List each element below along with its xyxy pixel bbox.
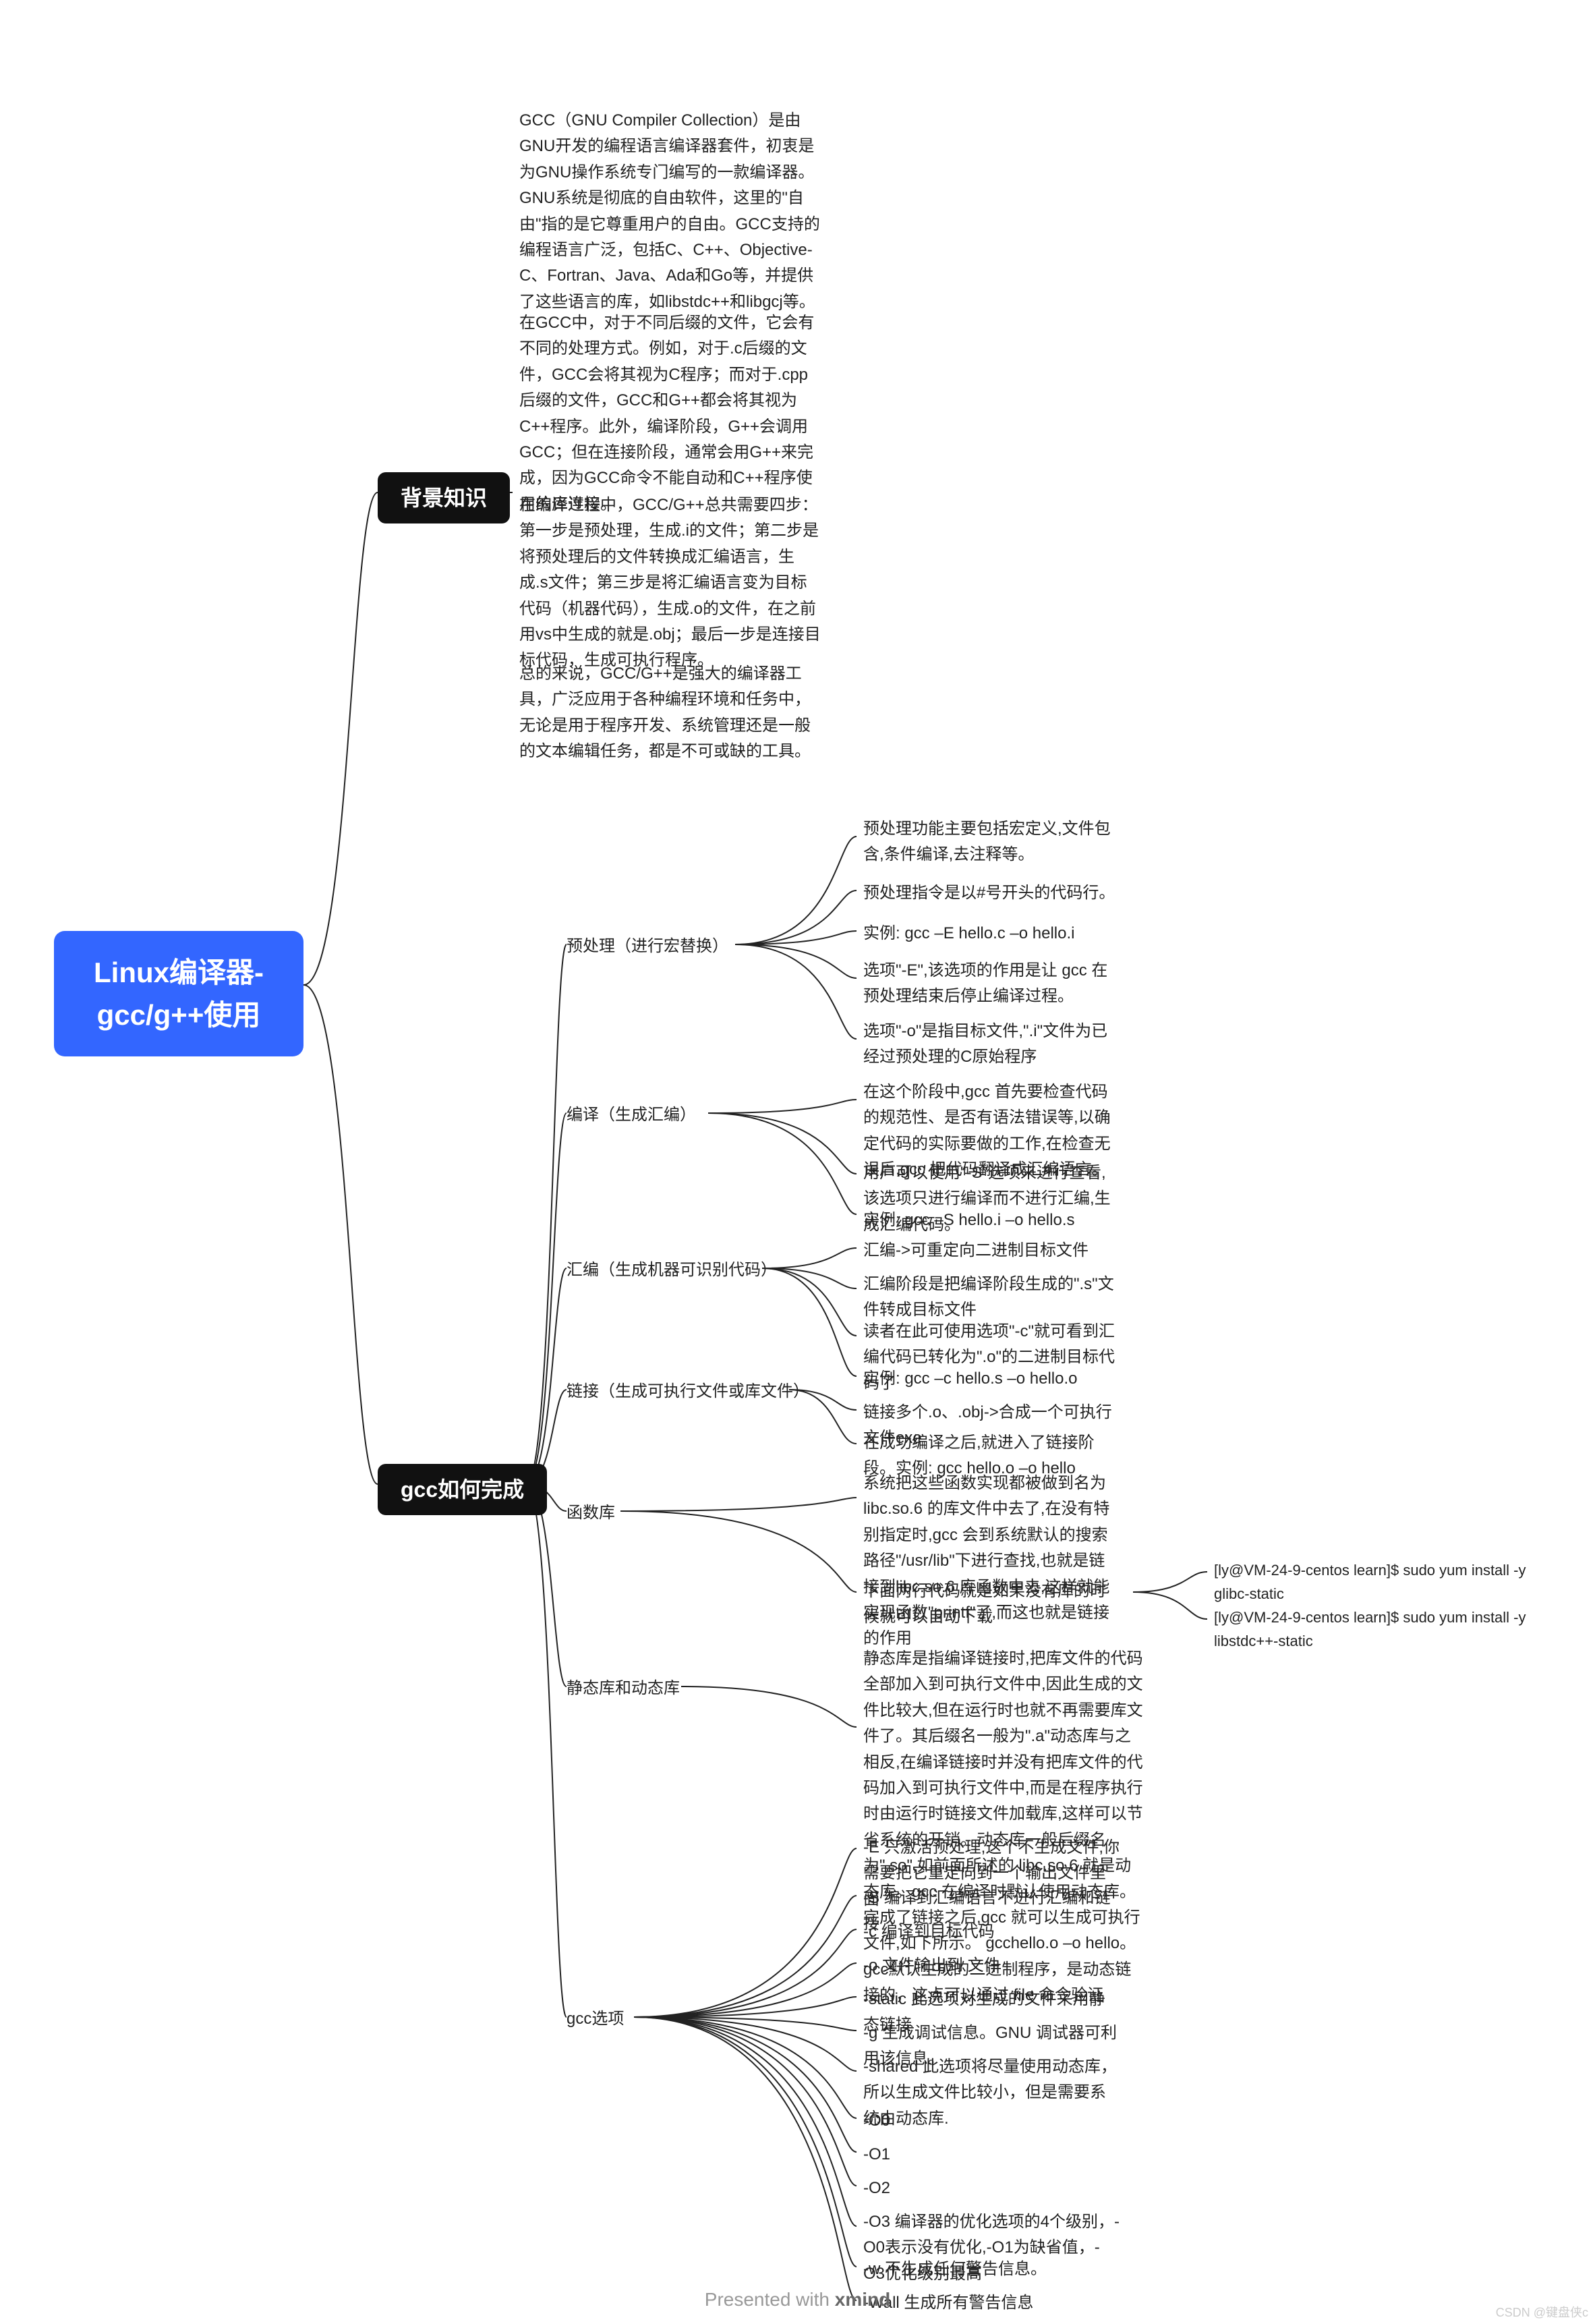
footer-text: Presented with xyxy=(705,2289,835,2310)
pre-leaf-1: 预处理功能主要包括宏定义,文件包含,条件编译,去注释等。 xyxy=(863,816,1120,868)
opt-leaf-8: -O0 xyxy=(863,2108,1120,2134)
sub-static[interactable]: 静态库和动态库 xyxy=(567,1676,680,1701)
bg-para-1: GCC（GNU Compiler Collection）是由GNU开发的编程语言… xyxy=(519,108,823,315)
lib-leaf-2: 下面两行代码就是如果没有库的时候就可以自动下载 xyxy=(863,1579,1120,1631)
sub-options[interactable]: gcc选项 xyxy=(567,2007,624,2031)
topic-gcc-how[interactable]: gcc如何完成 xyxy=(378,1464,547,1515)
root-node[interactable]: Linux编译器-gcc/g++使用 xyxy=(54,931,303,1056)
opt-leaf-3: -c 编译到目标代码 xyxy=(863,1919,1120,1945)
asm-leaf-1: 汇编->可重定向二进制目标文件 xyxy=(863,1238,1120,1264)
pre-leaf-4: 选项"-E",该选项的作用是让 gcc 在预处理结束后停止编译过程。 xyxy=(863,958,1120,1010)
bg-para-2: 在GCC中，对于不同后缀的文件，它会有不同的处理方式。例如，对于.c后缀的文件，… xyxy=(519,310,823,517)
sub-preprocess[interactable]: 预处理（进行宏替换） xyxy=(567,934,728,959)
opt-leaf-12: -w 不生成任何警告信息。 xyxy=(863,2257,1120,2282)
lib-cmd-1: [ly@VM-24-9-centos learn]$ sudo yum inst… xyxy=(1214,1558,1565,1606)
lib-cmd-2: [ly@VM-24-9-centos learn]$ sudo yum inst… xyxy=(1214,1606,1565,1653)
asm-leaf-4: 实例: gcc –c hello.s –o hello.o xyxy=(863,1366,1120,1392)
footer: Presented with xmind xyxy=(0,2289,1595,2311)
sub-lib[interactable]: 函数库 xyxy=(567,1501,615,1525)
pre-leaf-2: 预处理指令是以#号开头的代码行。 xyxy=(863,880,1120,906)
pre-leaf-5: 选项"-o"是指目标文件,".i"文件为已经过预处理的C原始程序 xyxy=(863,1019,1120,1071)
sub-compile[interactable]: 编译（生成汇编） xyxy=(567,1103,696,1127)
bg-para-4: 总的来说，GCC/G++是强大的编译器工具，广泛应用于各种编程环境和任务中，无论… xyxy=(519,661,823,765)
footer-brand: xmind xyxy=(835,2289,890,2310)
opt-leaf-9: -O1 xyxy=(863,2142,1120,2167)
sub-asm[interactable]: 汇编（生成机器可识别代码） xyxy=(567,1258,777,1282)
watermark: CSDN @键盘侠c xyxy=(1496,2303,1588,2321)
bg-para-3: 在编译过程中，GCC/G++总共需要四步：第一步是预处理，生成.i的文件；第二步… xyxy=(519,492,823,674)
topic-background[interactable]: 背景知识 xyxy=(378,472,510,523)
sub-link[interactable]: 链接（生成可执行文件或库文件） xyxy=(567,1380,809,1404)
opt-leaf-4: -o 文件输出到 文件 xyxy=(863,1953,1120,1979)
opt-leaf-10: -O2 xyxy=(863,2176,1120,2201)
pre-leaf-3: 实例: gcc –E hello.c –o hello.i xyxy=(863,921,1120,946)
asm-leaf-2: 汇编阶段是把编译阶段生成的".s"文件转成目标文件 xyxy=(863,1272,1120,1324)
compile-leaf-3: 实例: gcc –S hello.i –o hello.s xyxy=(863,1208,1120,1233)
